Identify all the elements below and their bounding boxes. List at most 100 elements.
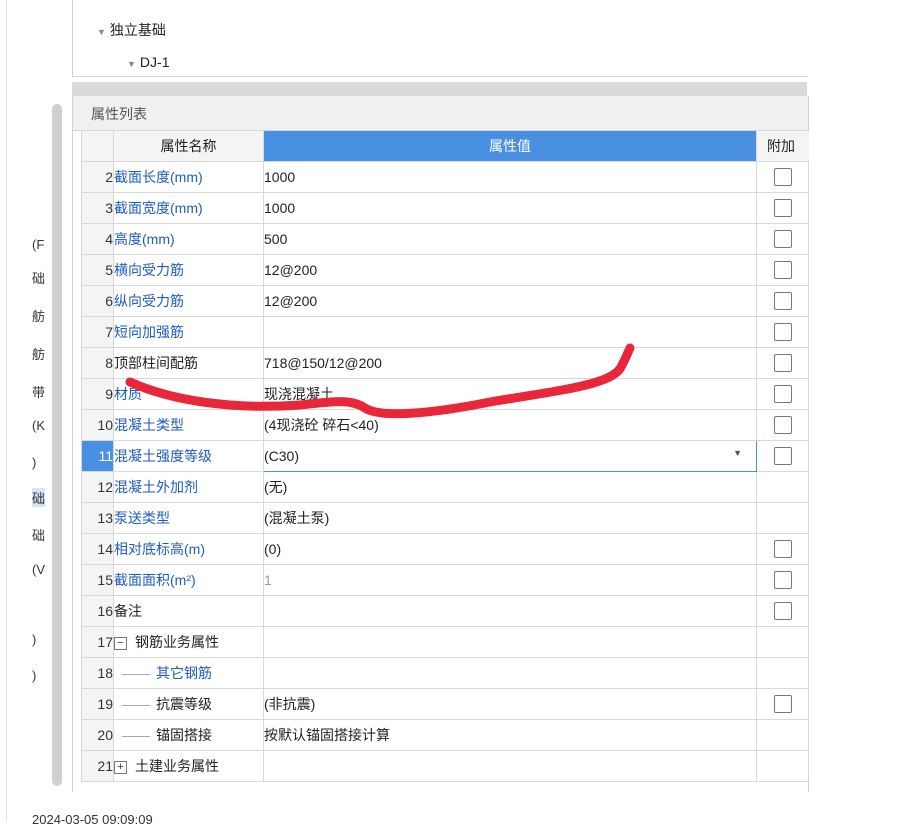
table-row[interactable]: 20 锚固搭接 按默认锚固搭接计算 [81, 719, 809, 751]
expand-plus-icon[interactable]: + [114, 760, 127, 774]
table-row[interactable]: 19 抗震等级 (非抗震) [81, 688, 809, 720]
property-name: 截面宽度(mm) [113, 192, 264, 224]
property-value[interactable] [263, 316, 757, 348]
property-value: 1 [263, 564, 757, 596]
property-value[interactable]: (混凝土泵) [263, 502, 757, 534]
extra-cell [756, 192, 809, 224]
table-row-group[interactable]: 17 − 钢筋业务属性 [81, 626, 809, 658]
child-name-cell: 抗震等级 [113, 688, 264, 720]
left-scrollbar[interactable] [52, 104, 62, 786]
left-label: 舫 [32, 309, 46, 324]
property-value[interactable]: (非抗震) [263, 688, 757, 720]
extra-cell [756, 750, 809, 782]
tree-node-dj1[interactable]: ▼ DJ-1 [127, 54, 169, 70]
dropdown-arrow-icon[interactable]: ▼ [733, 448, 742, 458]
extra-checkbox[interactable] [773, 292, 792, 311]
panel-title: 属性列表 [91, 106, 147, 122]
property-value[interactable]: 500 [263, 223, 757, 255]
table-row[interactable]: 2 截面长度(mm) 1000 [81, 161, 809, 193]
property-value[interactable]: 按默认锚固搭接计算 [263, 719, 757, 751]
property-name: 截面长度(mm) [113, 161, 264, 193]
property-value[interactable]: (无) [263, 471, 757, 503]
panel-splitter[interactable] [72, 82, 807, 96]
property-name: 材质 [113, 378, 264, 410]
extra-checkbox[interactable] [773, 354, 792, 373]
extra-checkbox[interactable] [773, 571, 792, 590]
table-row[interactable]: 14 相对底标高(m) (0) [81, 533, 809, 565]
select-value: (C30) [264, 448, 300, 464]
extra-checkbox[interactable] [773, 230, 792, 249]
extra-checkbox[interactable] [773, 199, 792, 218]
property-name: 泵送类型 [113, 502, 264, 534]
row-number: 3 [81, 192, 114, 224]
table-row[interactable]: 7 短向加强筋 [81, 316, 809, 348]
extra-checkbox[interactable] [773, 323, 792, 342]
collapse-arrow-icon[interactable]: ▼ [97, 27, 106, 37]
tree-node-foundation[interactable]: ▼ 独立基础 [97, 20, 166, 40]
row-number: 16 [81, 595, 114, 627]
property-value[interactable] [263, 595, 757, 627]
property-value[interactable]: (0) [263, 533, 757, 565]
table-row[interactable]: 3 截面宽度(mm) 1000 [81, 192, 809, 224]
column-header-extra[interactable]: 附加 [756, 130, 809, 162]
strength-grade-select[interactable]: (C30) ▼ [263, 440, 757, 472]
extra-cell [756, 223, 809, 255]
table-row[interactable]: 12 混凝土外加剂 (无) [81, 471, 809, 503]
table-row[interactable]: 4 高度(mm) 500 [81, 223, 809, 255]
extra-cell [756, 471, 809, 503]
table-row[interactable]: 9 材质 现浇混凝土 [81, 378, 809, 410]
property-value[interactable]: 1000 [263, 192, 757, 224]
property-value[interactable] [263, 657, 757, 689]
extra-cell [756, 595, 809, 627]
property-value[interactable]: ⁣12@200 [263, 285, 757, 317]
extra-cell [756, 502, 809, 534]
table-row[interactable]: 5 横向受力筋 ⁣12@200 [81, 254, 809, 286]
column-header-value[interactable]: 属性值 [263, 130, 757, 162]
extra-cell [756, 254, 809, 286]
extra-checkbox[interactable] [773, 602, 792, 621]
property-name: 其它钢筋 [156, 665, 212, 681]
table-row[interactable]: 18 其它钢筋 [81, 657, 809, 689]
row-number: 18 [81, 657, 114, 689]
table-row[interactable]: 10 混凝土类型 (4现浇砼 碎石<40) [81, 409, 809, 441]
collapse-minus-icon[interactable]: − [114, 636, 127, 650]
collapse-arrow-icon[interactable]: ▼ [127, 59, 136, 69]
row-number: 9 [81, 378, 114, 410]
table-row-selected[interactable]: 11 混凝土强度等级 (C30) ▼ [81, 440, 809, 472]
property-name: 抗震等级 [156, 696, 212, 712]
table-row[interactable]: 16 备注 [81, 595, 809, 627]
group-name-cell: − 钢筋业务属性 [113, 626, 264, 658]
left-label: (K [32, 418, 45, 433]
table-row[interactable]: 15 截面面积(m²) 1 [81, 564, 809, 596]
property-name: 混凝土外加剂 [113, 471, 264, 503]
column-header-name[interactable]: 属性名称 [113, 130, 264, 162]
property-group-name: 钢筋业务属性 [135, 634, 219, 650]
tree-node-label: 独立基础 [109, 22, 166, 38]
property-value[interactable]: 1000 [263, 161, 757, 193]
extra-checkbox[interactable] [773, 385, 792, 404]
extra-checkbox[interactable] [773, 540, 792, 559]
table-row[interactable]: 8 顶部柱间配筋 7⁣18@150/⁣12@200 [81, 347, 809, 379]
extra-checkbox[interactable] [773, 416, 792, 435]
table-row-group[interactable]: 21 + 土建业务属性 [81, 750, 809, 782]
row-number: 6 [81, 285, 114, 317]
row-number: 21 [81, 750, 114, 782]
extra-cell [756, 626, 809, 658]
property-value[interactable]: (4现浇砼 碎石<40) [263, 409, 757, 441]
left-label: ) [32, 455, 37, 470]
property-value[interactable]: 7⁣18@150/⁣12@200 [263, 347, 757, 379]
extra-checkbox[interactable] [773, 261, 792, 280]
row-number: 12 [81, 471, 114, 503]
extra-checkbox[interactable] [773, 695, 792, 714]
property-value[interactable]: 现浇混凝土 [263, 378, 757, 410]
extra-cell [756, 409, 809, 441]
table-row[interactable]: 6 纵向受力筋 ⁣12@200 [81, 285, 809, 317]
property-value[interactable]: ⁣12@200 [263, 254, 757, 286]
table-row[interactable]: 13 泵送类型 (混凝土泵) [81, 502, 809, 534]
extra-checkbox[interactable] [773, 447, 792, 466]
extra-checkbox[interactable] [773, 168, 792, 187]
row-number: 11 [81, 440, 114, 472]
property-name: 横向受力筋 [113, 254, 264, 286]
extra-cell [756, 316, 809, 348]
row-number-header [81, 130, 114, 162]
